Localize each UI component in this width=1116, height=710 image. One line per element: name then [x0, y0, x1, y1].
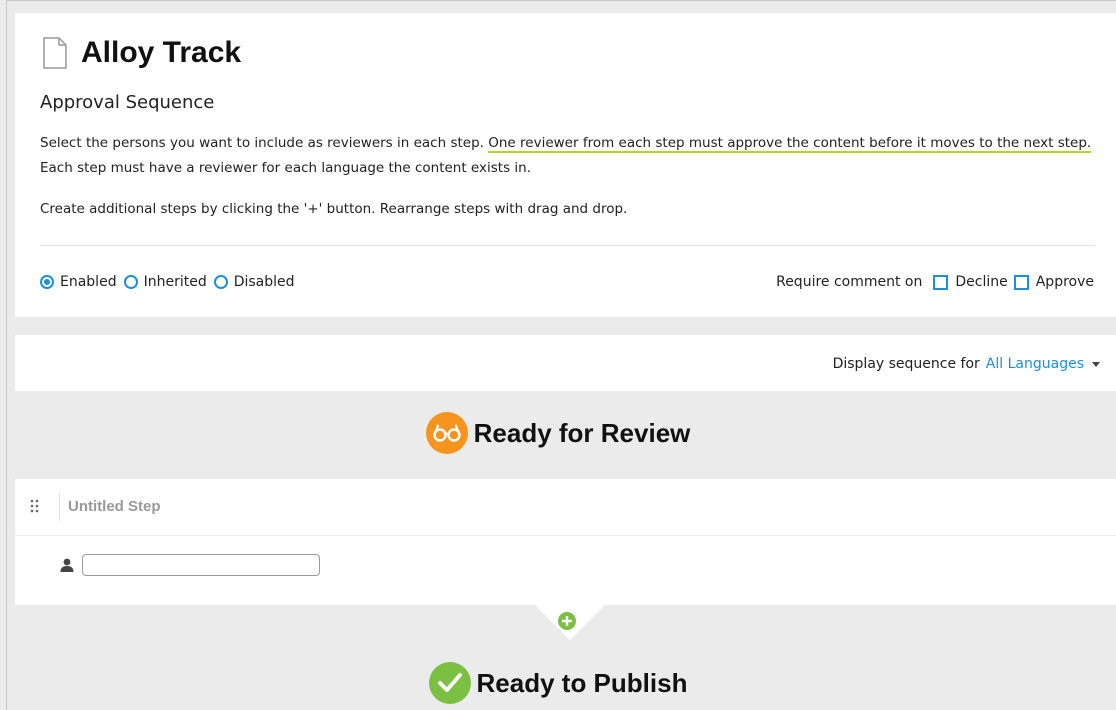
status-ready-to-publish: Ready to Publish	[0, 662, 1116, 704]
caret-down-icon[interactable]	[1092, 361, 1100, 367]
radio-inherited[interactable]: Inherited	[123, 274, 207, 290]
radio-inherited-label: Inherited	[143, 274, 207, 290]
description-line-2: Create additional steps by clicking the …	[40, 201, 628, 217]
radio-enabled[interactable]: Enabled	[40, 274, 117, 290]
page-title: Alloy Track	[81, 36, 242, 69]
add-step-button[interactable]	[558, 612, 576, 630]
step-name[interactable]: Untitled Step	[68, 498, 161, 515]
description: Select the persons you want to include a…	[40, 131, 1100, 181]
plus-icon	[562, 616, 572, 626]
decline-label: Decline	[955, 274, 1008, 290]
language-dropdown[interactable]: All Languages	[986, 356, 1084, 372]
left-border	[6, 0, 7, 710]
divider	[40, 245, 1095, 246]
radio-enabled-label: Enabled	[60, 274, 117, 290]
reviewer-input[interactable]	[82, 554, 320, 576]
decline-checkbox-item[interactable]: Decline	[933, 274, 1008, 290]
radio-disabled-indicator[interactable]	[213, 275, 228, 289]
glasses-icon	[425, 412, 468, 454]
checkmark-icon	[428, 662, 471, 704]
section-title: Approval Sequence	[40, 92, 215, 113]
status-ready-for-review: Ready for Review	[0, 412, 1116, 454]
document-icon	[43, 37, 67, 69]
approval-settings-card: Alloy Track Approval Sequence Select the…	[15, 13, 1116, 317]
approval-step: Untitled Step	[15, 479, 1116, 605]
drag-handle-icon[interactable]	[30, 499, 40, 513]
radio-enabled-indicator[interactable]	[40, 275, 54, 289]
display-sequence-label: Display sequence for	[832, 356, 980, 372]
description-text-2: Each step must have a reviewer for each …	[40, 160, 531, 176]
approve-checkbox-item[interactable]: Approve	[1013, 274, 1094, 290]
mode-radio-group: Enabled Inherited Disabled	[40, 274, 302, 290]
approve-checkbox[interactable]	[1013, 274, 1029, 290]
title-row: Alloy Track	[43, 35, 241, 71]
top-border	[6, 0, 1116, 1]
radio-disabled-label: Disabled	[233, 274, 295, 290]
description-text-1: Select the persons you want to include a…	[40, 135, 489, 151]
status-review-title: Ready for Review	[473, 417, 691, 448]
step-header: Untitled Step	[15, 479, 1116, 536]
require-comment-label: Require comment on	[776, 274, 923, 290]
sequence-bar: Display sequence for All Languages	[15, 335, 1116, 391]
require-comment-group: Require comment on Decline Approve	[776, 274, 1094, 290]
user-icon	[60, 558, 74, 572]
radio-disabled[interactable]: Disabled	[213, 274, 295, 290]
status-publish-title: Ready to Publish	[476, 667, 688, 698]
approve-label: Approve	[1035, 274, 1094, 290]
handle-separator	[59, 493, 60, 521]
radio-inherited-indicator[interactable]	[123, 275, 138, 289]
display-sequence: Display sequence for All Languages	[833, 356, 1100, 372]
decline-checkbox[interactable]	[933, 274, 949, 290]
description-highlight: One reviewer from each step must approve…	[488, 135, 1092, 153]
